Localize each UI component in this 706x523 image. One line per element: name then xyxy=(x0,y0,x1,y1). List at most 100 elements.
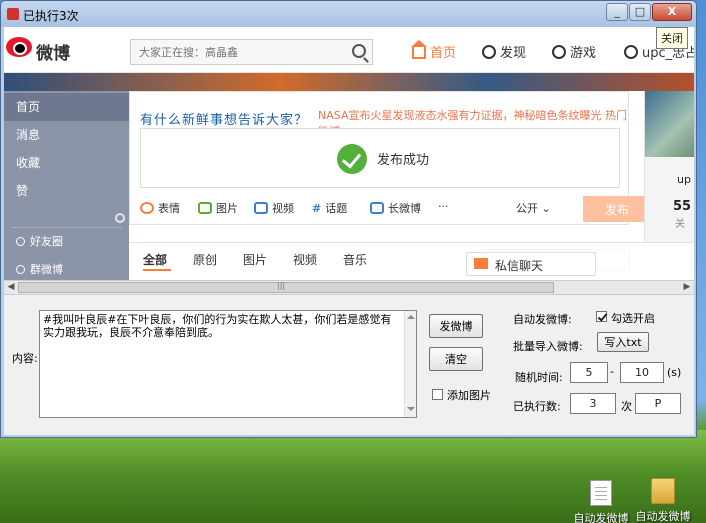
search-input[interactable] xyxy=(131,40,341,64)
long-post-tool[interactable]: 长微博 xyxy=(370,200,421,216)
auto-post-checkbox-label: 勾选开启 xyxy=(611,312,655,325)
chat-label: 私信聊天 xyxy=(495,259,544,273)
composer-prompt: 有什么新鲜事想告诉大家？ xyxy=(140,113,309,128)
group-icon xyxy=(16,265,25,274)
scrollbar-thumb[interactable]: ||| xyxy=(18,281,554,293)
home-icon xyxy=(411,40,427,59)
gamepad-icon xyxy=(552,45,566,59)
check-icon xyxy=(337,144,367,174)
weibo-browser: 微博 首页 发现 游戏 upc_忠占 首页 消息 收藏 赞 xyxy=(4,27,694,294)
chat-popup[interactable]: 私信聊天 xyxy=(466,252,596,276)
control-panel: 内容: #我叫叶良辰#在下叶良辰，你们的行为实在欺人太甚，你们若是感觉有实力跟我… xyxy=(4,295,694,435)
seconds-unit-label: (s) xyxy=(667,366,682,379)
nav-discover-label: 发现 xyxy=(500,46,527,61)
app-window: 已执行3次 _ □ X 微博 首页 发现 游戏 upc_忠占 xyxy=(0,0,697,438)
smile-icon xyxy=(140,202,154,214)
sidebar-item-friends-label: 好友圈 xyxy=(30,235,63,248)
auto-post-checkbox[interactable] xyxy=(596,311,607,322)
random-time-label: 随机时间: xyxy=(515,371,563,384)
scroll-up-icon[interactable] xyxy=(407,315,415,319)
publish-success-message: 发布成功 xyxy=(377,153,430,168)
left-sidebar: 首页 消息 收藏 赞 好友圈 群微博 xyxy=(4,91,129,294)
emoji-tool-label: 表情 xyxy=(158,202,180,215)
window-title: 已执行3次 xyxy=(23,9,79,23)
sidebar-item-likes[interactable]: 赞 xyxy=(4,177,129,205)
tab-videos[interactable]: 视频 xyxy=(293,251,317,268)
scrollbar-grip: ||| xyxy=(277,281,286,290)
long-post-tool-label: 长微博 xyxy=(388,202,421,215)
content-scrollbar[interactable] xyxy=(404,311,416,417)
image-tool-label: 图片 xyxy=(216,202,238,215)
add-image-checkbox[interactable] xyxy=(432,389,443,400)
random-time-max-input[interactable]: 10 xyxy=(620,362,664,383)
search-icon[interactable] xyxy=(352,44,366,58)
user-icon xyxy=(624,45,638,59)
sidebar-item-friends[interactable]: 好友圈 xyxy=(16,233,63,249)
random-time-min-input[interactable]: 5 xyxy=(570,362,608,383)
sidebar-item-home[interactable]: 首页 xyxy=(4,93,129,121)
sidebar-item-groups[interactable]: 群微博 xyxy=(16,261,63,277)
executed-count-field: 3 xyxy=(570,393,616,414)
topic-tool[interactable]: # 话题 xyxy=(312,200,347,216)
video-tool[interactable]: 视频 xyxy=(254,200,294,216)
nav-discover[interactable]: 发现 xyxy=(482,42,526,61)
video-tool-label: 视频 xyxy=(272,202,294,215)
desktop-icon-label: 自动发微博 xyxy=(635,510,691,523)
search-bar xyxy=(130,39,373,65)
sidebar-item-favorites[interactable]: 收藏 xyxy=(4,149,129,177)
weibo-logo-text[interactable]: 微博 xyxy=(36,39,70,64)
sidebar-divider xyxy=(12,227,122,228)
scroll-left-icon[interactable]: ◀ xyxy=(4,281,18,294)
scroll-right-icon[interactable]: ▶ xyxy=(680,281,694,294)
sidebar-item-messages[interactable]: 消息 xyxy=(4,121,129,149)
stop-count-input[interactable]: P xyxy=(635,393,681,414)
sidebar-item-groups-label: 群微博 xyxy=(30,263,63,276)
content-text: #我叫叶良辰#在下叶良辰，你们的行为实在欺人太甚，你们若是感觉有实力跟我玩，良辰… xyxy=(43,313,392,339)
profile-name[interactable]: up xyxy=(677,173,691,186)
gear-icon[interactable] xyxy=(115,213,125,223)
nav-game-label: 游戏 xyxy=(570,46,597,61)
visibility-select[interactable]: 公开 ⌄ xyxy=(516,200,551,216)
clear-button[interactable]: 清空 xyxy=(429,347,483,371)
import-txt-button[interactable]: 写入txt xyxy=(597,332,649,352)
executed-count-label: 已执行数: xyxy=(513,400,561,413)
circle-icon xyxy=(16,237,25,246)
weibo-header: 微博 首页 发现 游戏 upc_忠占 xyxy=(4,27,694,73)
nav-home-label: 首页 xyxy=(430,46,457,61)
long-post-icon xyxy=(370,202,384,214)
title-bar[interactable]: 已执行3次 _ □ X xyxy=(1,1,696,27)
more-tools[interactable]: ··· xyxy=(438,200,449,213)
publish-button[interactable]: 发布 xyxy=(583,196,651,222)
nav-home[interactable]: 首页 xyxy=(411,40,457,61)
document-icon xyxy=(590,480,612,506)
random-time-dash: - xyxy=(610,365,614,378)
close-button[interactable]: X xyxy=(652,3,692,21)
auto-post-label: 自动发微博: xyxy=(513,313,572,326)
tab-all[interactable]: 全部 xyxy=(143,251,167,268)
weibo-logo-icon xyxy=(6,37,32,57)
post-weibo-button[interactable]: 发微博 xyxy=(429,314,483,338)
emoji-tool[interactable]: 表情 xyxy=(140,200,180,216)
image-tool[interactable]: 图片 xyxy=(198,200,238,216)
topic-tool-label: 话题 xyxy=(325,202,348,215)
composer-textarea[interactable]: 发布成功 xyxy=(140,128,620,188)
scroll-down-icon[interactable] xyxy=(407,407,415,411)
times-unit-label: 次 xyxy=(621,400,632,413)
video-icon xyxy=(254,202,268,214)
horizontal-scrollbar[interactable]: ◀ ||| ▶ xyxy=(4,280,694,294)
app-icon xyxy=(7,8,19,20)
minimize-button[interactable]: _ xyxy=(606,3,628,21)
image-icon xyxy=(198,202,212,214)
tab-original[interactable]: 原创 xyxy=(193,251,217,268)
close-tooltip: 关闭 xyxy=(656,27,688,49)
folder-icon xyxy=(651,478,675,504)
nav-game[interactable]: 游戏 xyxy=(552,42,596,61)
desktop-icon-folder[interactable]: 自动发微博 xyxy=(624,478,702,523)
tab-images[interactable]: 图片 xyxy=(243,251,267,268)
hashtag-icon: # xyxy=(312,202,322,215)
maximize-button[interactable]: □ xyxy=(629,3,651,21)
compass-icon xyxy=(482,45,496,59)
profile-count: 55 xyxy=(673,199,692,214)
tab-music[interactable]: 音乐 xyxy=(343,251,367,268)
content-textarea[interactable]: #我叫叶良辰#在下叶良辰，你们的行为实在欺人太甚，你们若是感觉有实力跟我玩，良辰… xyxy=(39,310,417,418)
